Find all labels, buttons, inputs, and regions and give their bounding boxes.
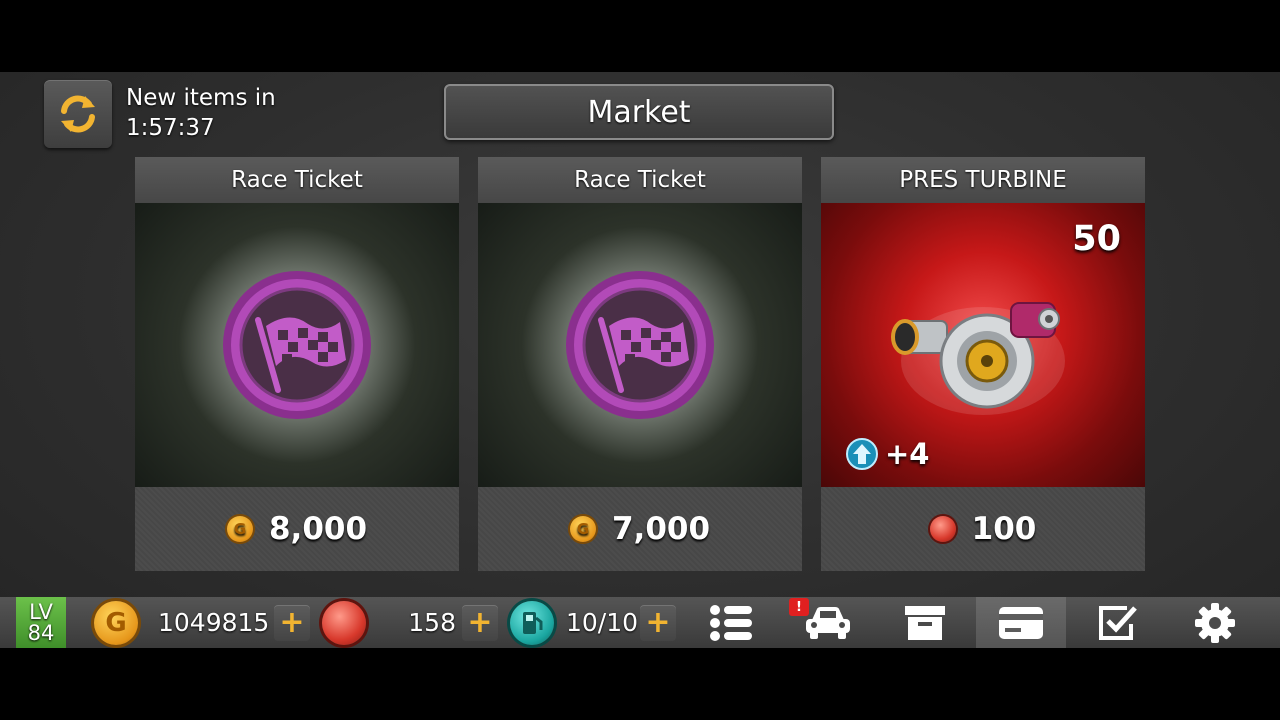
price-row[interactable]: 100 — [821, 487, 1145, 571]
gem-icon — [322, 600, 366, 645]
card-icon — [999, 606, 1043, 639]
list-icon — [710, 604, 752, 641]
boost-value: +4 — [885, 437, 930, 471]
garage-alert-badge: ! — [789, 598, 809, 616]
turbine-icon — [891, 302, 1065, 415]
price-row[interactable]: G 7,000 — [478, 487, 802, 571]
checkbox-icon — [1099, 605, 1137, 640]
gear-icon — [1195, 602, 1235, 643]
market-item-card[interactable]: Race Ticket G 7,000 — [478, 157, 802, 571]
item-name: PRES TURBINE — [821, 157, 1145, 203]
level-badge: LV 84 — [16, 597, 66, 648]
item-price: 7,000 — [611, 511, 711, 547]
fuel-amount: 10/10 — [565, 608, 638, 637]
race-ticket-icon — [566, 271, 714, 419]
fuel-pump-icon — [510, 600, 554, 645]
gold-coin-icon: G — [569, 516, 596, 542]
page-title: Market — [444, 84, 834, 140]
fuel-resource: 10/10 + — [510, 597, 676, 648]
gold-coin-icon: G — [94, 600, 138, 645]
item-price: 8,000 — [268, 511, 368, 547]
add-gold-button[interactable]: + — [274, 604, 310, 641]
archive-box-icon — [905, 605, 945, 640]
gem-icon — [929, 516, 956, 542]
race-ticket-icon — [223, 271, 371, 419]
refresh-icon — [61, 95, 95, 133]
upgrade-arrow-icon — [846, 438, 878, 470]
item-name: Race Ticket — [478, 157, 802, 203]
settings-button[interactable] — [1170, 597, 1260, 648]
gold-coin-icon: G — [226, 516, 253, 542]
market-item-card[interactable]: PRES TURBINE 50 +4 100 — [821, 157, 1145, 571]
price-row[interactable]: G 8,000 — [135, 487, 459, 571]
missions-button[interactable] — [1073, 597, 1163, 648]
level-value: 84 — [27, 620, 55, 645]
gold-amount: 1049815 — [158, 608, 270, 637]
menu-list-button[interactable] — [687, 597, 777, 648]
boost-indicator: +4 — [845, 437, 929, 471]
refresh-button[interactable] — [44, 80, 112, 148]
status-bar: LV 84 G 1049815 + 158 + 10/10 + — [0, 597, 1280, 648]
item-name: Race Ticket — [135, 157, 459, 203]
market-item-card[interactable]: Race Ticket G 8,000 — [135, 157, 459, 571]
item-art — [135, 203, 459, 487]
new-items-timer: 1:57:37 — [126, 115, 215, 141]
add-gems-button[interactable]: + — [462, 604, 498, 641]
add-fuel-button[interactable]: + — [640, 604, 676, 641]
item-art — [478, 203, 802, 487]
item-price: 100 — [971, 511, 1037, 547]
gold-resource: G 1049815 + — [94, 597, 310, 648]
gem-resource: 158 + — [322, 597, 498, 648]
item-art: 50 +4 — [821, 203, 1145, 487]
storage-button[interactable] — [880, 597, 970, 648]
car-icon — [806, 606, 850, 639]
gem-amount: 158 — [408, 608, 456, 637]
new-items-label: New items in — [126, 85, 276, 111]
item-count: 50 — [1072, 219, 1121, 259]
market-button[interactable] — [976, 597, 1066, 648]
level-label: LV — [29, 599, 53, 624]
